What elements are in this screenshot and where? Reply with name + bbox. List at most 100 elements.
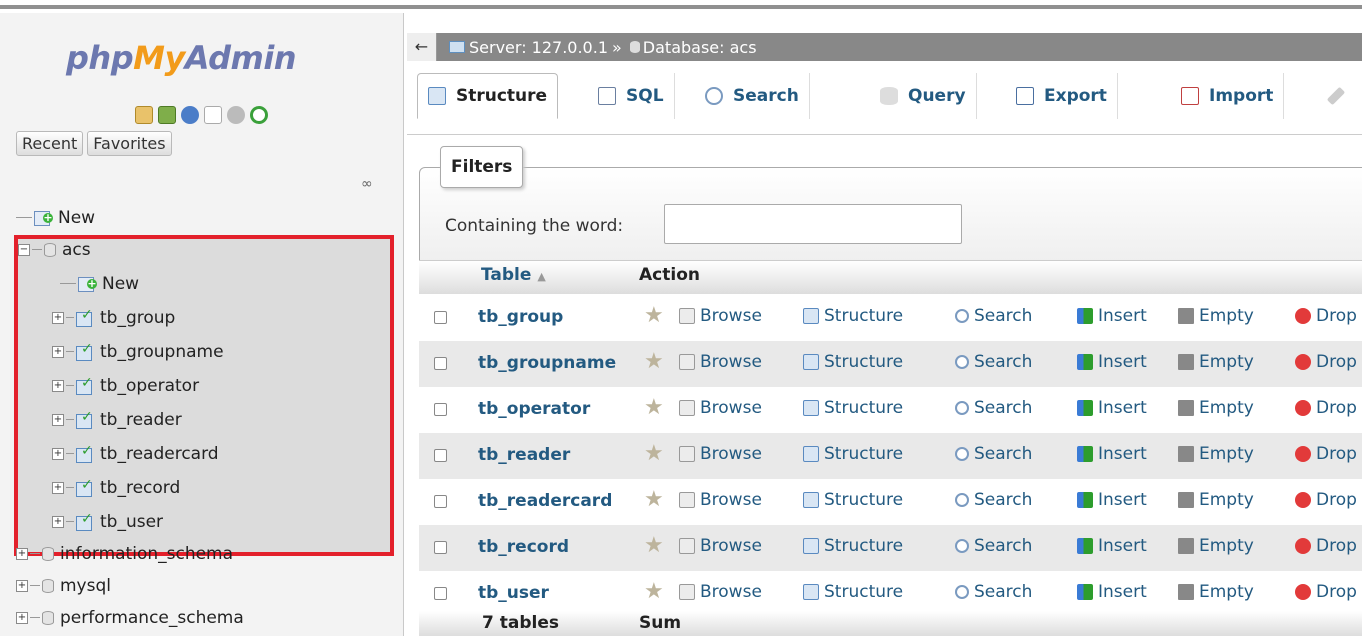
browse-action[interactable]: Browse	[679, 444, 762, 464]
tree-item-database[interactable]: + performance_schema	[16, 601, 244, 634]
row-checkbox[interactable]	[434, 403, 447, 416]
favorite-star-icon[interactable]: ★	[644, 351, 664, 373]
tree-item-table[interactable]: +tb_groupname	[52, 335, 224, 368]
link-icon[interactable]: ∞	[361, 176, 373, 192]
drop-action[interactable]: Drop	[1295, 306, 1357, 326]
structure-action[interactable]: Structure	[803, 582, 903, 602]
browse-action[interactable]: Browse	[679, 398, 762, 418]
tab-structure[interactable]: Structure	[417, 73, 559, 119]
favorite-star-icon[interactable]: ★	[644, 443, 664, 465]
search-action[interactable]: Search	[955, 352, 1032, 372]
expand-icon[interactable]: +	[16, 579, 28, 592]
table-name-link[interactable]: tb_groupname	[478, 353, 616, 373]
favorites-button[interactable]: Favorites	[87, 131, 172, 156]
favorite-star-icon[interactable]: ★	[644, 489, 664, 511]
drop-action[interactable]: Drop	[1295, 398, 1357, 418]
structure-action[interactable]: Structure	[803, 444, 903, 464]
table-name-link[interactable]: tb_operator	[478, 399, 590, 419]
browse-action[interactable]: Browse	[679, 352, 762, 372]
favorite-star-icon[interactable]: ★	[644, 305, 664, 327]
expand-icon[interactable]: +	[52, 379, 64, 392]
filter-input[interactable]	[664, 204, 962, 244]
search-action[interactable]: Search	[955, 582, 1032, 602]
drop-action[interactable]: Drop	[1295, 490, 1357, 510]
insert-action[interactable]: Insert	[1077, 490, 1147, 510]
expand-icon[interactable]: +	[52, 311, 64, 324]
tree-item-database[interactable]: + information_schema	[16, 537, 233, 570]
structure-action[interactable]: Structure	[803, 490, 903, 510]
row-checkbox[interactable]	[434, 357, 447, 370]
recent-button[interactable]: Recent	[16, 131, 84, 156]
empty-action[interactable]: Empty	[1178, 306, 1254, 326]
tab-search[interactable]: Search	[695, 73, 810, 119]
tree-item-new-database[interactable]: New	[16, 201, 95, 234]
table-name-link[interactable]: tb_reader	[478, 445, 570, 465]
search-action[interactable]: Search	[955, 398, 1032, 418]
tree-item-table[interactable]: +tb_user	[52, 505, 163, 538]
tab-operations[interactable]	[1322, 73, 1360, 119]
tree-item-table[interactable]: +tb_operator	[52, 369, 199, 402]
breadcrumb-server[interactable]: Server: 127.0.0.1	[469, 38, 608, 57]
insert-action[interactable]: Insert	[1077, 444, 1147, 464]
browse-action[interactable]: Browse	[679, 582, 762, 602]
tree-item-new-table[interactable]: New	[60, 267, 139, 300]
tree-item-table[interactable]: +tb_reader	[52, 403, 182, 436]
insert-action[interactable]: Insert	[1077, 398, 1147, 418]
collapse-sidebar-button[interactable]: ←	[407, 33, 437, 61]
insert-action[interactable]: Insert	[1077, 536, 1147, 556]
tab-query[interactable]: Query	[870, 73, 977, 119]
logout-icon[interactable]	[158, 106, 176, 124]
home-icon[interactable]	[135, 106, 153, 124]
empty-action[interactable]: Empty	[1178, 398, 1254, 418]
breadcrumb-database[interactable]: Database: acs	[643, 38, 757, 57]
tab-import[interactable]: Import	[1171, 73, 1285, 119]
empty-action[interactable]: Empty	[1178, 582, 1254, 602]
expand-icon[interactable]: +	[52, 515, 64, 528]
search-action[interactable]: Search	[955, 490, 1032, 510]
expand-icon[interactable]: +	[52, 345, 64, 358]
browse-action[interactable]: Browse	[679, 490, 762, 510]
drop-action[interactable]: Drop	[1295, 444, 1357, 464]
tab-export[interactable]: Export	[1006, 73, 1118, 119]
row-checkbox[interactable]	[434, 541, 447, 554]
help-icon[interactable]	[181, 106, 199, 124]
insert-action[interactable]: Insert	[1077, 306, 1147, 326]
tree-item-database[interactable]: + mysql	[16, 569, 111, 602]
row-checkbox[interactable]	[434, 311, 447, 324]
row-checkbox[interactable]	[434, 495, 447, 508]
drop-action[interactable]: Drop	[1295, 536, 1357, 556]
browse-action[interactable]: Browse	[679, 536, 762, 556]
expand-icon[interactable]: +	[52, 481, 64, 494]
insert-action[interactable]: Insert	[1077, 582, 1147, 602]
collapse-icon[interactable]: −	[18, 243, 30, 256]
browse-action[interactable]: Browse	[679, 306, 762, 326]
table-name-link[interactable]: tb_user	[478, 583, 549, 603]
expand-icon[interactable]: +	[16, 611, 28, 624]
empty-action[interactable]: Empty	[1178, 444, 1254, 464]
table-name-link[interactable]: tb_record	[478, 537, 569, 557]
drop-action[interactable]: Drop	[1295, 352, 1357, 372]
tree-item-table[interactable]: +tb_record	[52, 471, 180, 504]
tree-item-acs[interactable]: − acs	[18, 233, 91, 266]
structure-action[interactable]: Structure	[803, 306, 903, 326]
expand-icon[interactable]: +	[16, 547, 28, 560]
insert-action[interactable]: Insert	[1077, 352, 1147, 372]
table-name-link[interactable]: tb_group	[478, 307, 563, 327]
empty-action[interactable]: Empty	[1178, 490, 1254, 510]
expand-icon[interactable]: +	[52, 413, 64, 426]
table-name-link[interactable]: tb_readercard	[478, 491, 612, 511]
search-action[interactable]: Search	[955, 306, 1032, 326]
docs-icon[interactable]	[204, 106, 222, 124]
column-table[interactable]: Table ▲	[481, 265, 546, 285]
settings-icon[interactable]	[227, 106, 245, 124]
reload-icon[interactable]	[250, 106, 268, 124]
search-action[interactable]: Search	[955, 536, 1032, 556]
empty-action[interactable]: Empty	[1178, 536, 1254, 556]
expand-icon[interactable]: +	[52, 447, 64, 460]
structure-action[interactable]: Structure	[803, 398, 903, 418]
drop-action[interactable]: Drop	[1295, 582, 1357, 602]
empty-action[interactable]: Empty	[1178, 352, 1254, 372]
row-checkbox[interactable]	[434, 587, 447, 600]
phpmyadmin-logo[interactable]: phpMyAdmin	[66, 39, 297, 77]
favorite-star-icon[interactable]: ★	[644, 581, 664, 603]
